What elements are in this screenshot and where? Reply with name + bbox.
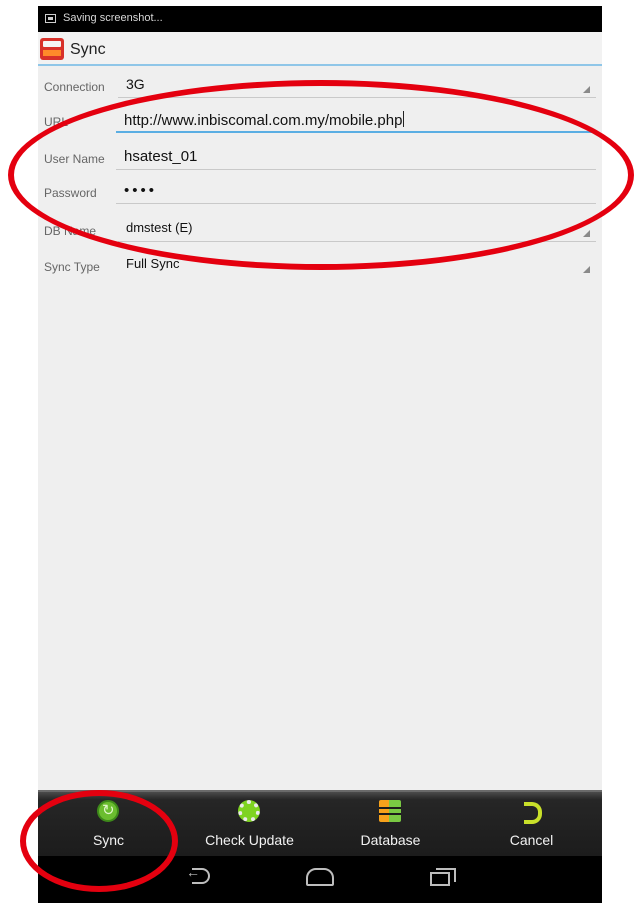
- app-icon[interactable]: [40, 38, 64, 60]
- gear-icon: [238, 800, 260, 822]
- form-highlight-annotation: [8, 80, 634, 270]
- action-bar: Sync: [38, 32, 602, 66]
- connection-label: Connection: [44, 80, 105, 94]
- cancel-icon: [524, 802, 542, 824]
- page-title: Sync: [70, 41, 106, 58]
- recent-apps-icon[interactable]: [430, 868, 456, 886]
- dropdown-arrow-icon: [583, 266, 590, 273]
- connection-value: 3G: [126, 76, 145, 92]
- database-label: Database: [360, 832, 421, 848]
- cancel-label: Cancel: [509, 832, 554, 848]
- check-update-button[interactable]: Check Update: [179, 792, 320, 856]
- dropdown-arrow-icon: [583, 86, 590, 93]
- database-icon: [379, 800, 401, 822]
- sync-type-label: Sync Type: [44, 260, 100, 274]
- back-icon[interactable]: ←: [186, 864, 212, 886]
- cancel-button[interactable]: Cancel: [461, 792, 602, 856]
- check-update-label: Check Update: [205, 832, 294, 848]
- screenshot-icon: [45, 14, 56, 23]
- status-bar: Saving screenshot...: [38, 6, 602, 32]
- home-icon[interactable]: [306, 868, 334, 886]
- dropdown-arrow-icon: [583, 230, 590, 237]
- sync-button-highlight-annotation: [20, 790, 178, 892]
- database-button[interactable]: Database: [320, 792, 461, 856]
- status-text: Saving screenshot...: [63, 12, 163, 24]
